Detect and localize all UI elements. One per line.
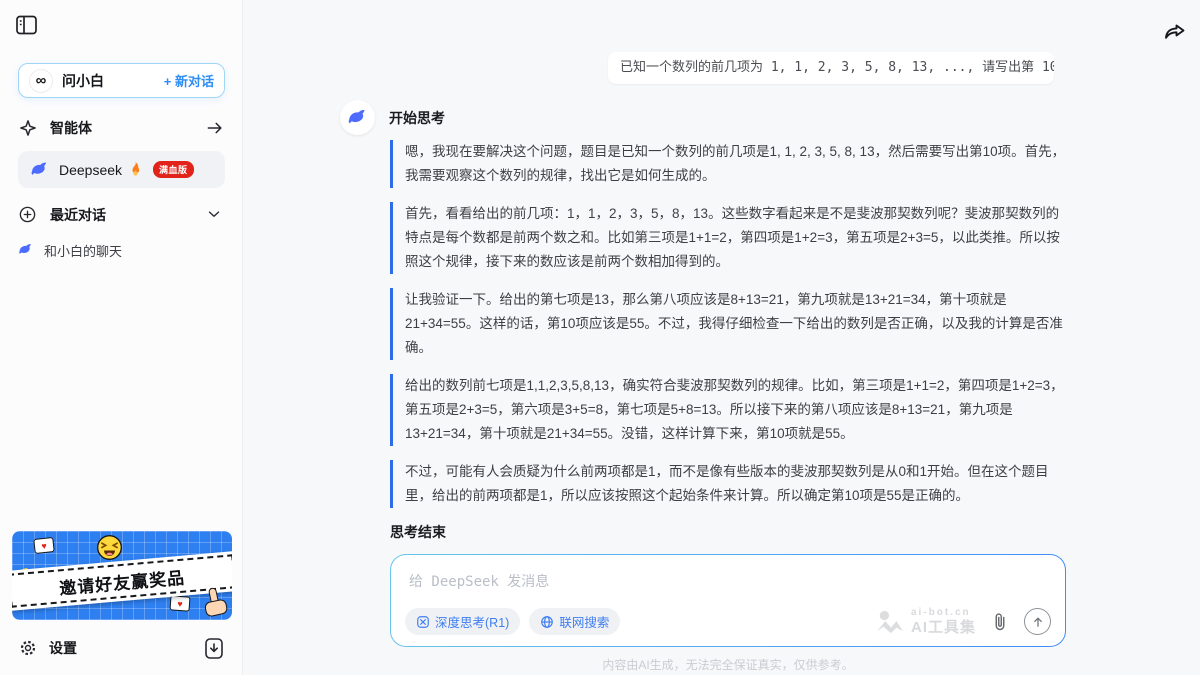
composer-placeholder: 给 DeepSeek 发消息	[409, 571, 549, 591]
download-icon[interactable]	[205, 638, 225, 658]
sidebar-collapse-icon[interactable]	[16, 15, 38, 35]
arrow-right-icon[interactable]	[205, 118, 225, 138]
plus-circle-icon	[18, 205, 38, 225]
sparkle-icon	[18, 118, 38, 138]
recent-label: 最近对话	[50, 205, 205, 225]
assistant-header: 开始思考	[340, 100, 445, 135]
wenxiaobai-logo-icon: ∞	[29, 69, 53, 93]
agents-label: 智能体	[50, 118, 205, 138]
ai-disclaimer: 内容由AI生成，无法完全保证真实，仅供参考。	[390, 656, 1066, 673]
deepseek-label: Deepseek	[59, 162, 122, 178]
whale-icon	[30, 160, 50, 180]
brand-card[interactable]: ∞ 问小白 + 新对话	[18, 63, 225, 98]
gear-icon	[18, 638, 38, 658]
deep-think-label: 深度思考(R1)	[435, 612, 509, 631]
invite-friends-banner[interactable]: ♥ ♥ 邀请好友赢奖品	[12, 531, 232, 620]
thinking-paragraph: 首先，看看给出的前几项：1，1，2，3，5，8，13。这些数字看起来是不是斐波那…	[390, 202, 1066, 274]
web-search-toggle[interactable]: 联网搜索	[529, 608, 620, 635]
brand-name: 问小白	[62, 71, 164, 91]
thinking-paragraph: 让我验证一下。给出的第七项是13，那么第八项应该是8+13=21，第九项就是13…	[390, 288, 1066, 360]
deepseek-badge: 满血版	[153, 161, 194, 178]
whale-icon	[347, 107, 369, 129]
pointing-hand-icon	[195, 585, 231, 620]
app-window: ∞ 问小白 + 新对话 智能体 Deepseek 满血版	[0, 0, 1200, 675]
web-search-label: 联网搜索	[559, 612, 609, 631]
thinking-paragraph: 不过，可能有人会质疑为什么前两项都是1，而不是像有些版本的斐波那契数列是从0和1…	[390, 460, 1066, 508]
watermark: ai-bot.cn AI工具集	[875, 608, 976, 635]
thinking-start-label: 开始思考	[389, 108, 445, 128]
composer-toolbar: 深度思考(R1) 联网搜索 ai-bot.cn AI工具集	[405, 608, 1051, 635]
atom-icon	[416, 615, 430, 629]
thinking-end-label: 思考结束	[390, 522, 1066, 542]
message-composer[interactable]: 给 DeepSeek 发消息 深度思考(R1) 联网搜索	[390, 554, 1066, 647]
send-button[interactable]	[1024, 608, 1051, 635]
thinking-paragraph: 嗯，我现在要解决这个问题，题目是已知一个数列的前几项是1, 1, 2, 3, 5…	[390, 140, 1066, 188]
sidebar-item-deepseek[interactable]: Deepseek 满血版	[18, 151, 225, 188]
thinking-paragraphs: 嗯，我现在要解决这个问题，题目是已知一个数列的前几项是1, 1, 2, 3, 5…	[390, 140, 1066, 508]
new-chat-button[interactable]: + 新对话	[164, 71, 214, 90]
watermark-line1: ai-bot.cn	[911, 608, 976, 618]
arrow-up-icon	[1031, 615, 1045, 629]
whale-icon	[18, 242, 35, 259]
sidebar: ∞ 问小白 + 新对话 智能体 Deepseek 满血版	[0, 0, 243, 675]
ai-bot-logo-icon	[875, 609, 905, 635]
settings-label: 设置	[49, 638, 205, 658]
share-icon[interactable]	[1163, 20, 1187, 42]
thinking-paragraph: 给出的数列前七项是1,1,2,3,5,8,13，确实符合斐波那契数列的规律。比如…	[390, 374, 1066, 446]
paperclip-icon[interactable]	[990, 611, 1012, 633]
recent-chat-item[interactable]: 和小白的聊天	[18, 237, 225, 263]
sidebar-item-settings[interactable]: 设置	[18, 633, 225, 663]
globe-icon	[540, 615, 554, 629]
chat-main: 已知一个数列的前几项为 1, 1, 2, 3, 5, 8, 13, ..., 请…	[243, 0, 1200, 675]
user-message: 已知一个数列的前几项为 1, 1, 2, 3, 5, 8, 13, ..., 请…	[608, 52, 1054, 84]
chevron-down-icon[interactable]	[205, 205, 225, 225]
heart-bubble-icon: ♥	[170, 595, 191, 611]
laughing-emoji-icon	[96, 534, 123, 561]
deep-think-toggle[interactable]: 深度思考(R1)	[405, 608, 520, 635]
thinking-flow: 嗯，我现在要解决这个问题，题目是已知一个数列的前几项是1, 1, 2, 3, 5…	[390, 140, 1066, 673]
sidebar-item-recent[interactable]: 最近对话	[18, 201, 225, 229]
flame-icon	[128, 161, 145, 178]
heart-bubble-icon: ♥	[33, 537, 54, 554]
watermark-line2: AI工具集	[911, 620, 976, 635]
recent-chat-label: 和小白的聊天	[44, 241, 122, 260]
deepseek-avatar	[340, 100, 375, 135]
sidebar-item-agents[interactable]: 智能体	[18, 113, 225, 143]
